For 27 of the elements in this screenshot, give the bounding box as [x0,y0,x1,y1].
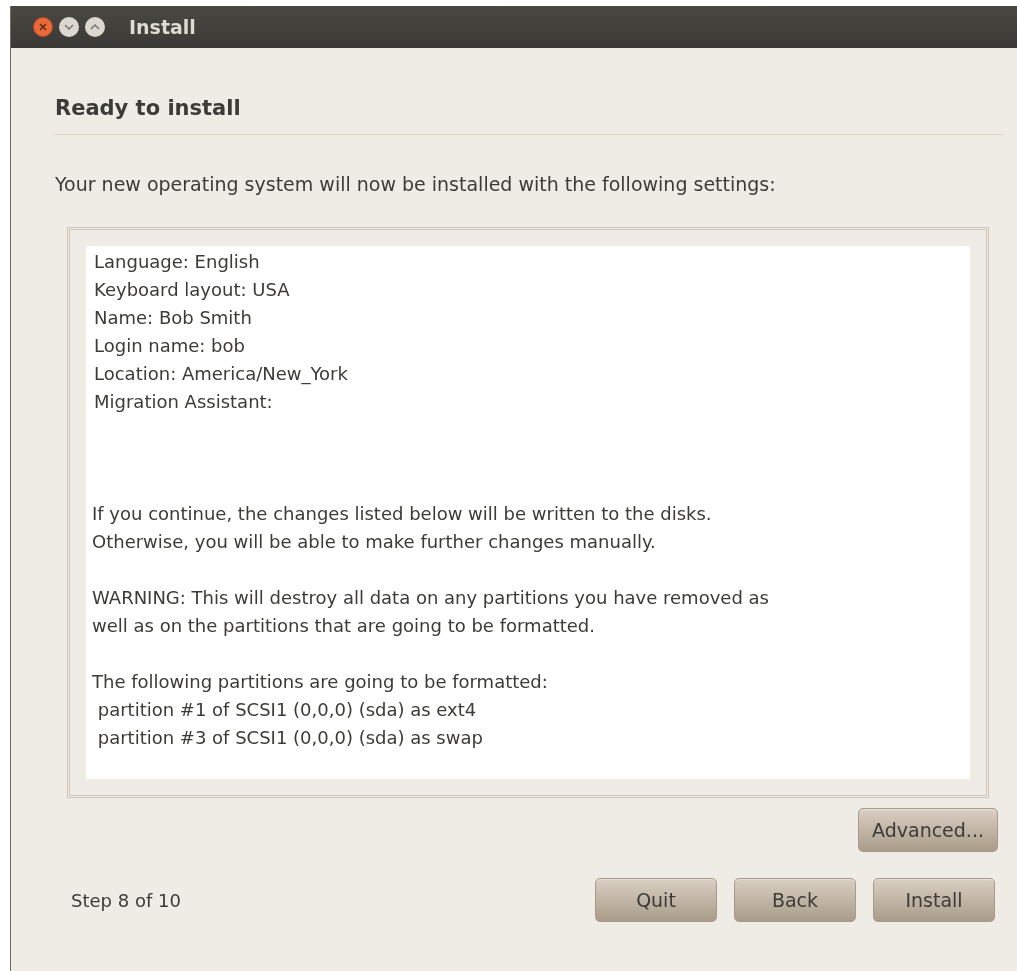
setting-line: Login name: bob [93,334,246,358]
summary-line: If you continue, the changes listed below will be written to the disks. [92,502,713,526]
summary-line: Otherwise, you will be able to make further changes manually. [92,530,657,554]
page-heading: Ready to install [55,95,242,122]
summary-line: The following partitions are going to be formatted: [92,670,549,694]
dialog-button[interactable]: Back [734,878,856,922]
setting-line: Language: English [93,250,261,274]
summary-line: well as on the partitions that are going to be formatted. [92,614,596,638]
setting-line: Name: Bob Smith [93,306,253,330]
intro-text: Your new operating system will now be installed with the following settings: [55,172,777,197]
close-icon [39,23,47,31]
setting-line: Keyboard layout: USA [93,278,291,302]
window-title: Install [129,14,196,40]
dialog-button[interactable]: Quit [595,878,717,922]
chevron-down-icon [64,24,74,30]
minimize-button[interactable] [59,17,79,37]
chevron-up-icon [90,24,100,30]
summary-line: partition #1 of SCSI1 (0,0,0) (sda) as ext4 [96,698,478,722]
setting-line: Migration Assistant: [93,390,274,414]
maximize-button[interactable] [85,17,105,37]
setting-line: Location: America/New_York [93,362,349,387]
step-indicator: Step 8 of 10 [71,888,182,913]
summary-line: WARNING: This will destroy all data on any partitions you have removed as [92,586,770,610]
advanced-button[interactable]: Advanced... [858,808,998,852]
summary-line: partition #3 of SCSI1 (0,0,0) (sda) as swap [96,726,484,750]
dialog-button[interactable]: Install [873,878,995,922]
close-button[interactable] [33,17,53,37]
